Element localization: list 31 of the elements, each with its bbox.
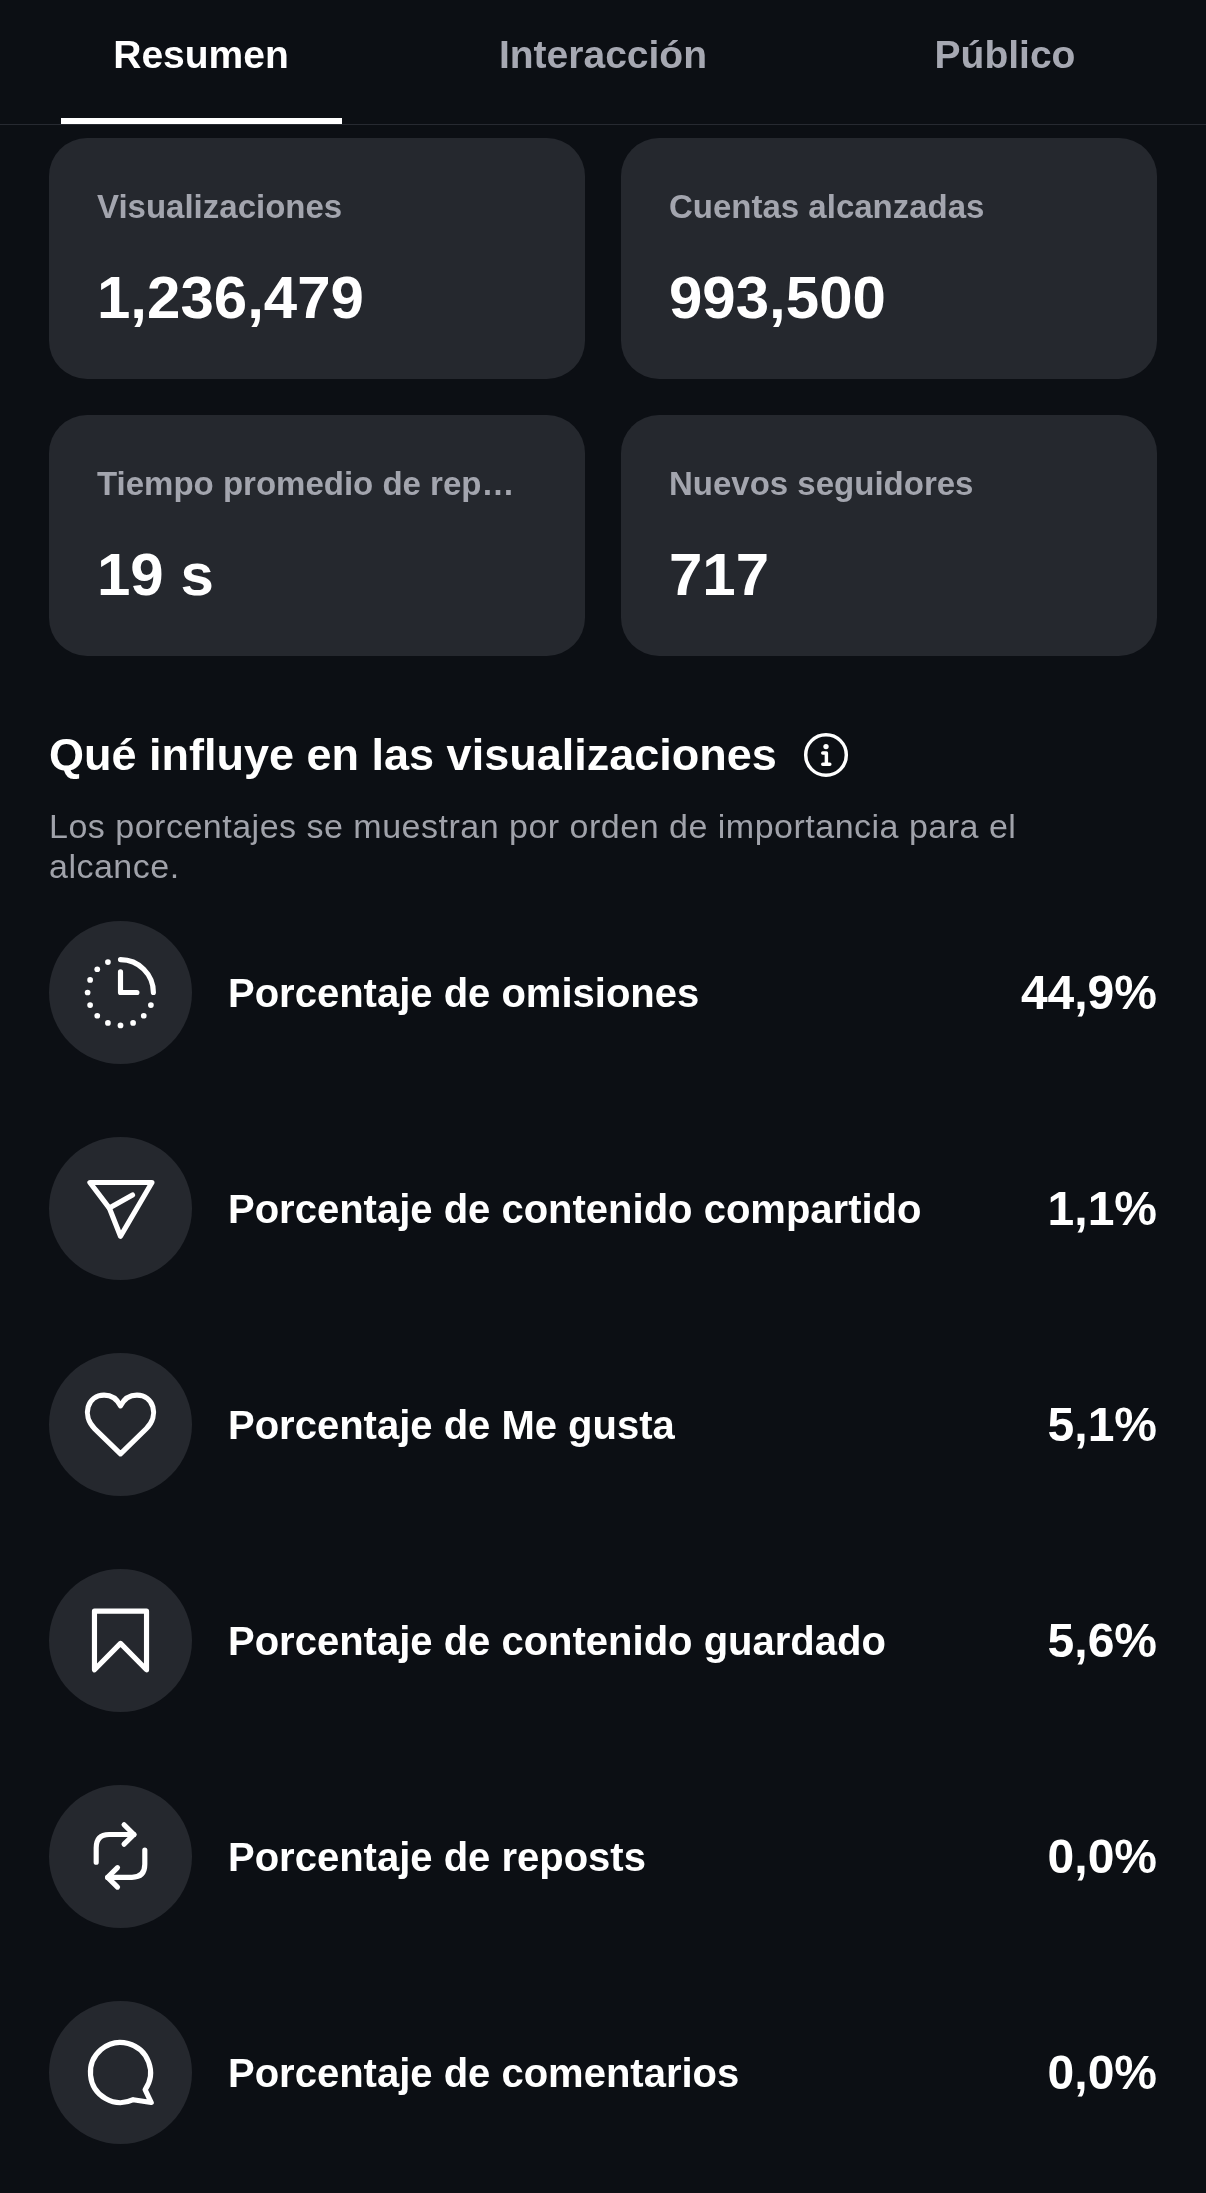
stat-label: Tiempo promedio de rep… xyxy=(97,464,516,504)
info-icon[interactable] xyxy=(802,732,849,778)
stat-value: 993,500 xyxy=(669,263,887,333)
tab[interactable]: Interacción xyxy=(462,0,744,124)
factor-label: Porcentaje de contenido compartido xyxy=(228,1185,923,1233)
stat-value: 717 xyxy=(669,540,771,610)
factor-label: Porcentaje de Me gusta xyxy=(228,1401,676,1449)
tab[interactable]: Público xyxy=(864,0,1146,124)
stat-label: Nuevos seguidores xyxy=(669,464,975,504)
factor-label: Porcentaje de reposts xyxy=(228,1833,647,1881)
section-title: Qué influye en las visualizaciones xyxy=(49,728,777,782)
factor-value: 5,6% xyxy=(1047,1612,1157,1669)
speech-bubble-icon xyxy=(49,2001,192,2144)
factor-value: 0,0% xyxy=(1047,2044,1157,2101)
tab[interactable]: Resumen xyxy=(60,0,342,124)
factor-value: 0,0% xyxy=(1047,1828,1157,1885)
factor-label: Porcentaje de comentarios xyxy=(228,2049,741,2097)
factor-value: 1,1% xyxy=(1047,1180,1157,1237)
stat-value: 1,236,479 xyxy=(97,263,365,333)
stat-label: Visualizaciones xyxy=(97,187,344,227)
stat-label: Cuentas alcanzadas xyxy=(669,187,986,227)
factor-label: Porcentaje de contenido guardado xyxy=(228,1617,887,1665)
repeat-arrows-icon xyxy=(49,1785,192,1928)
factor-label: Porcentaje de omisiones xyxy=(228,969,701,1017)
factor-value: 5,1% xyxy=(1047,1396,1157,1453)
stat-value: 19 s xyxy=(97,540,215,610)
bookmark-icon xyxy=(49,1569,192,1712)
dotted-clock-icon xyxy=(49,921,192,1064)
paper-plane-icon xyxy=(49,1137,192,1280)
section-description: Los porcentajes se muestran por orden de importancia para el alcance. xyxy=(49,806,1018,886)
factor-value: 44,9% xyxy=(1020,964,1157,1021)
